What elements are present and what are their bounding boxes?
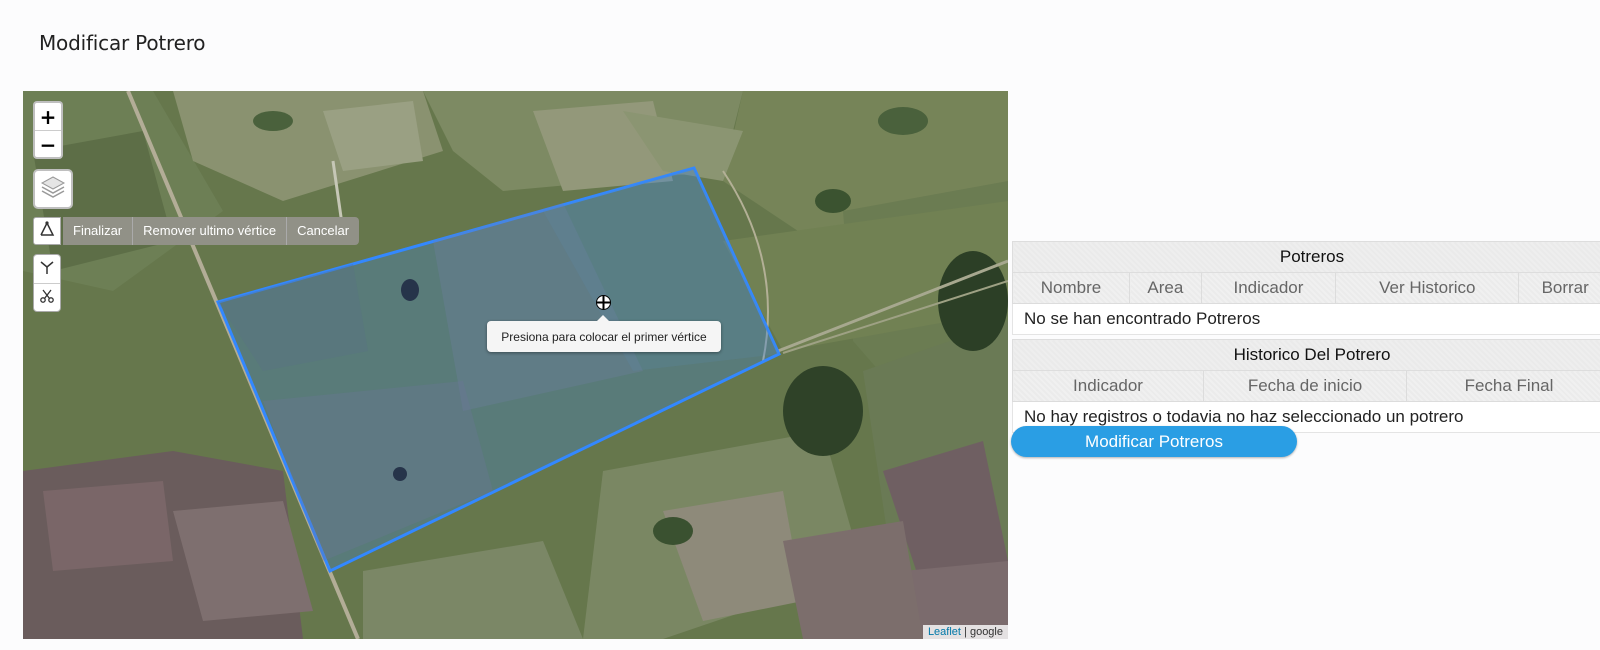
crosshair-icon [595, 294, 612, 316]
column-header: Fecha Final [1406, 370, 1600, 402]
draw-polygon-icon [38, 220, 56, 243]
layers-icon [40, 174, 66, 205]
empty-message: No se han encontrado Potreros [1012, 303, 1600, 335]
cut-icon [39, 288, 55, 309]
edit-button[interactable] [34, 255, 60, 284]
leaflet-link[interactable]: Leaflet [928, 626, 961, 638]
draw-polygon-button[interactable] [33, 217, 61, 245]
edit-toolbar [33, 254, 61, 312]
draw-toolbar: Finalizar Remover ultimo vértice Cancela… [33, 217, 360, 245]
zoom-control: + − [33, 101, 63, 159]
edit-icon [39, 259, 55, 280]
map-view[interactable]: + − Finalizar Remover ultimo vértice Can… [23, 91, 1008, 639]
potreros-table-title: Potreros [1012, 241, 1600, 273]
zoom-in-button[interactable]: + [35, 103, 61, 131]
remove-last-vertex-button[interactable]: Remover ultimo vértice [132, 217, 287, 245]
potreros-table: Potreros Nombre Area Indicador Ver Histo… [1012, 241, 1600, 335]
page-title: Modificar Potrero [39, 31, 206, 55]
cut-button[interactable] [34, 284, 60, 312]
draw-tooltip: Presiona para colocar el primer vértice [487, 315, 721, 352]
historico-table: Historico Del Potrero Indicador Fecha de… [1012, 339, 1600, 433]
column-header: Fecha de inicio [1203, 370, 1407, 402]
attribution-provider: google [969, 626, 1003, 638]
column-header: Area [1129, 272, 1202, 304]
column-header: Nombre [1012, 272, 1130, 304]
satellite-imagery [23, 91, 1008, 639]
cancel-button[interactable]: Cancelar [286, 217, 360, 245]
finish-button[interactable]: Finalizar [63, 217, 133, 245]
column-header: Indicador [1200, 272, 1337, 304]
column-header: Borrar [1518, 272, 1600, 304]
layers-button[interactable] [33, 169, 73, 209]
modify-potreros-button[interactable]: Modificar Potreros [1011, 426, 1297, 457]
column-header: Indicador [1012, 370, 1204, 402]
map-attribution: Leaflet | google [922, 625, 1008, 639]
historico-table-title: Historico Del Potrero [1012, 339, 1600, 371]
zoom-out-button[interactable]: − [35, 131, 61, 158]
column-header: Ver Historico [1335, 272, 1520, 304]
attribution-separator: | [960, 626, 970, 638]
